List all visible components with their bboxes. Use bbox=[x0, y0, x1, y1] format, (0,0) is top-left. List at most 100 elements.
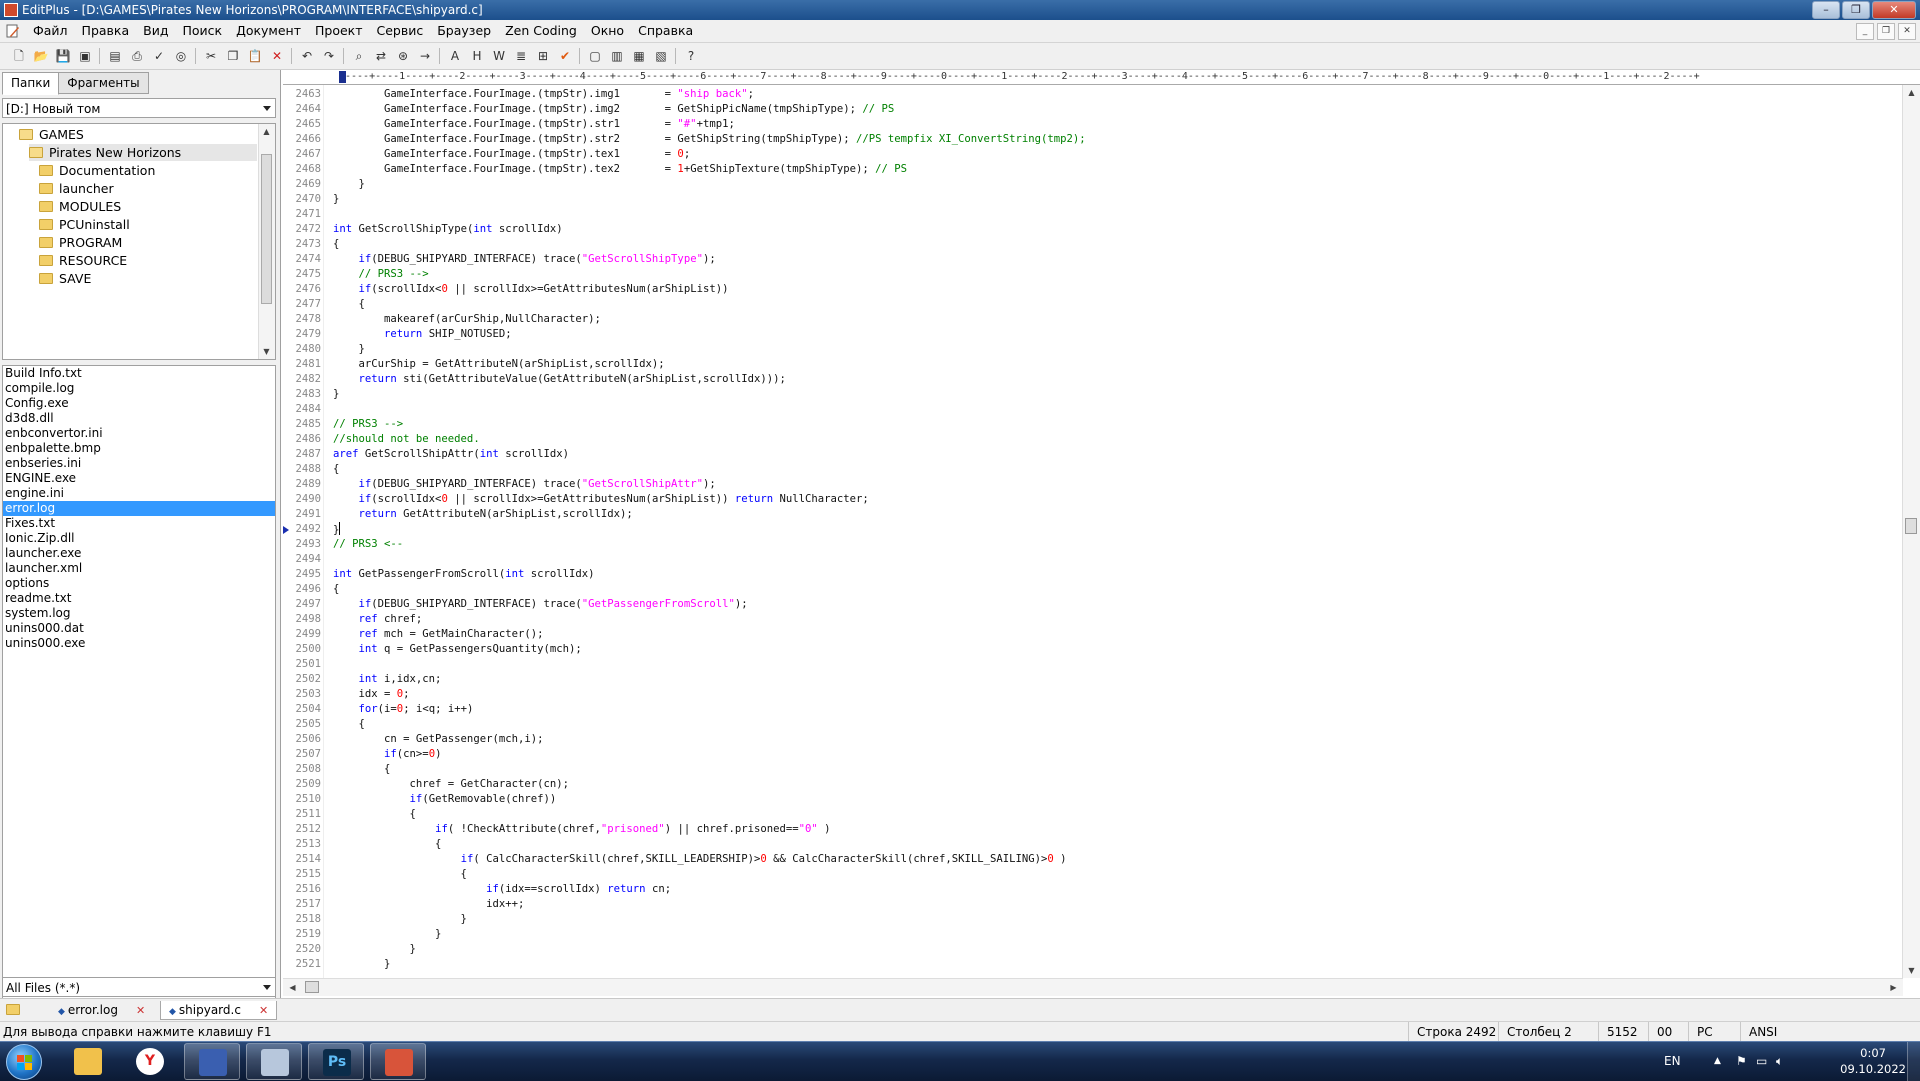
start-button[interactable] bbox=[6, 1044, 42, 1080]
doc-tab-shipyard[interactable]: ◆ shipyard.c ✕ bbox=[160, 1001, 278, 1020]
folder-icon[interactable] bbox=[6, 1004, 20, 1015]
drive-select[interactable]: [D:] Новый том bbox=[2, 98, 276, 118]
file-list-item[interactable]: Ionic.Zip.dll bbox=[3, 531, 275, 546]
print-preview-icon[interactable]: ▤ bbox=[106, 47, 124, 65]
font-icon[interactable]: A bbox=[446, 47, 464, 65]
file-list-item[interactable]: options bbox=[3, 576, 275, 591]
close-button[interactable]: ✕ bbox=[1872, 1, 1916, 19]
folder-tree-scrollbar[interactable]: ▲ ▼ bbox=[258, 124, 275, 359]
cut-icon[interactable]: ✂ bbox=[202, 47, 220, 65]
code-area[interactable]: 2463 GameInterface.FourImage.(tmpStr).im… bbox=[283, 85, 1903, 978]
menu-item[interactable]: Сервис bbox=[370, 20, 431, 42]
window-3-icon[interactable]: ▦ bbox=[630, 47, 648, 65]
tab-clips[interactable]: Фрагменты bbox=[58, 72, 149, 94]
tree-item[interactable]: PROGRAM bbox=[39, 234, 257, 251]
show-desktop-button[interactable] bbox=[1907, 1042, 1920, 1081]
status-line[interactable]: Строка 2492 bbox=[1408, 1022, 1503, 1042]
document-pencil-icon[interactable] bbox=[6, 24, 20, 38]
menu-item[interactable]: Поиск bbox=[175, 20, 229, 42]
minimize-button[interactable]: – bbox=[1812, 1, 1840, 19]
taskbar-app-photoshop[interactable]: Ps bbox=[308, 1043, 364, 1080]
menu-item[interactable]: Правка bbox=[75, 20, 137, 42]
doc-tab-error-log[interactable]: ◆ error.log ✕ bbox=[50, 1001, 153, 1019]
find-icon[interactable]: ⌕ bbox=[350, 47, 368, 65]
maximize-button[interactable]: ❐ bbox=[1842, 1, 1870, 19]
file-list-item[interactable]: launcher.xml bbox=[3, 561, 275, 576]
file-list-item[interactable]: error.log bbox=[3, 501, 275, 516]
file-list-item[interactable]: compile.log bbox=[3, 381, 275, 396]
tree-item[interactable]: RESOURCE bbox=[39, 252, 257, 269]
file-list-item[interactable]: Build Info.txt bbox=[3, 366, 275, 381]
scrollbar-thumb[interactable] bbox=[305, 981, 319, 993]
line-numbers-icon[interactable]: ≣ bbox=[512, 47, 530, 65]
window-1-icon[interactable]: ▢ bbox=[586, 47, 604, 65]
word-wrap-icon[interactable]: W bbox=[490, 47, 508, 65]
spellcheck-icon[interactable]: ✓ bbox=[150, 47, 168, 65]
file-list-item[interactable]: unins000.dat bbox=[3, 621, 275, 636]
file-list-item[interactable]: ENGINE.exe bbox=[3, 471, 275, 486]
tree-item[interactable]: Pirates New Horizons bbox=[29, 144, 257, 161]
replace-icon[interactable]: ⇄ bbox=[372, 47, 390, 65]
close-icon[interactable]: ✕ bbox=[136, 1004, 145, 1017]
scroll-down-icon[interactable]: ▼ bbox=[1904, 963, 1919, 978]
scrollbar-thumb[interactable] bbox=[261, 154, 272, 304]
browser-preview-icon[interactable]: ◎ bbox=[172, 47, 190, 65]
doc-close-button[interactable]: ✕ bbox=[1898, 23, 1916, 40]
redo-icon[interactable]: ↷ bbox=[320, 47, 338, 65]
file-list[interactable]: Build Info.txt compile.log Config.exe d3d8.… bbox=[2, 365, 276, 1040]
menu-item[interactable]: Справка bbox=[631, 20, 700, 42]
status-column[interactable]: Столбец 2 bbox=[1498, 1022, 1599, 1042]
file-list-item[interactable]: unins000.exe bbox=[3, 636, 275, 651]
clock[interactable]: 0:07 09.10.2022 bbox=[1840, 1045, 1906, 1077]
network-icon[interactable]: ▭ bbox=[1756, 1042, 1767, 1081]
goto-line-icon[interactable]: → bbox=[416, 47, 434, 65]
print-icon[interactable]: ⎙ bbox=[128, 47, 146, 65]
file-list-item[interactable]: engine.ini bbox=[3, 486, 275, 501]
menu-item[interactable]: Файл bbox=[26, 20, 75, 42]
scrollbar-thumb[interactable] bbox=[1905, 518, 1917, 534]
undo-icon[interactable]: ↶ bbox=[298, 47, 316, 65]
save-icon[interactable]: 💾 bbox=[54, 47, 72, 65]
find-in-files-icon[interactable]: ⊛ bbox=[394, 47, 412, 65]
file-list-item[interactable]: enbconvertor.ini bbox=[3, 426, 275, 441]
menu-item[interactable]: Zen Coding bbox=[498, 20, 584, 42]
language-indicator[interactable]: EN bbox=[1664, 1042, 1681, 1081]
menu-item[interactable]: Вид bbox=[136, 20, 175, 42]
scroll-down-icon[interactable]: ▼ bbox=[259, 344, 274, 359]
tree-item[interactable]: PCUninstall bbox=[39, 216, 257, 233]
new-file-icon[interactable]: 🗋 bbox=[10, 47, 28, 65]
open-file-icon[interactable]: 📂 bbox=[32, 47, 50, 65]
file-list-item[interactable]: launcher.exe bbox=[3, 546, 275, 561]
taskbar-app-floppy-app[interactable] bbox=[184, 1043, 240, 1080]
doc-minimize-button[interactable]: _ bbox=[1856, 23, 1874, 40]
file-list-item[interactable]: Fixes.txt bbox=[3, 516, 275, 531]
file-list-item[interactable]: system.log bbox=[3, 606, 275, 621]
file-list-item[interactable]: enbpalette.bmp bbox=[3, 441, 275, 456]
editor[interactable]: ----+----1----+----2----+----3----+----4… bbox=[283, 70, 1920, 996]
window-4-icon[interactable]: ▧ bbox=[652, 47, 670, 65]
save-all-icon[interactable]: ▣ bbox=[76, 47, 94, 65]
scroll-up-icon[interactable]: ▲ bbox=[259, 124, 274, 139]
file-list-item[interactable]: Config.exe bbox=[3, 396, 275, 411]
menu-item[interactable]: Окно bbox=[584, 20, 631, 42]
chevron-up-icon[interactable]: ▲ bbox=[1714, 1042, 1721, 1081]
file-filter-select[interactable]: All Files (*.*) bbox=[2, 977, 276, 997]
copy-icon[interactable]: ❐ bbox=[224, 47, 242, 65]
taskbar-app-calculator[interactable] bbox=[246, 1043, 302, 1080]
editor-horizontal-scrollbar[interactable]: ◀ ▶ bbox=[283, 978, 1903, 996]
check-icon[interactable]: ✔ bbox=[556, 47, 574, 65]
scroll-left-icon[interactable]: ◀ bbox=[285, 980, 300, 995]
scroll-up-icon[interactable]: ▲ bbox=[1904, 85, 1919, 100]
file-list-item[interactable]: readme.txt bbox=[3, 591, 275, 606]
menu-item[interactable]: Документ bbox=[229, 20, 308, 42]
doc-restore-button[interactable]: ❐ bbox=[1877, 23, 1895, 40]
status-encoding[interactable]: ANSI bbox=[1740, 1022, 1809, 1042]
close-icon[interactable]: ✕ bbox=[259, 1004, 268, 1017]
delete-icon[interactable]: ✕ bbox=[268, 47, 286, 65]
taskbar-app-editplus[interactable] bbox=[370, 1043, 426, 1080]
taskbar-app-yandex-browser[interactable]: Y bbox=[122, 1043, 178, 1080]
menu-item[interactable]: Проект bbox=[308, 20, 370, 42]
tree-item[interactable]: launcher bbox=[39, 180, 257, 197]
taskbar-app-explorer[interactable] bbox=[60, 1043, 116, 1080]
tree-item[interactable]: SAVE bbox=[39, 270, 257, 287]
